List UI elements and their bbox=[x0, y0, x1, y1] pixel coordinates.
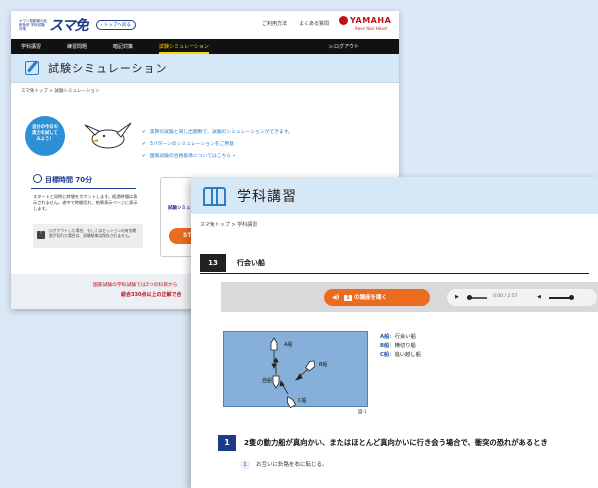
nav-simulation[interactable]: 試験シミュレーション bbox=[159, 43, 209, 54]
feature-item: 3パターンのシミュレーションをご用意 bbox=[142, 139, 293, 151]
book-icon bbox=[203, 187, 226, 206]
label-a: A船 bbox=[284, 341, 292, 348]
figure-diagram: A船 B船 自船 C船 bbox=[223, 331, 368, 409]
target-time-label: 目標時間 70分 bbox=[45, 176, 93, 184]
usage-link[interactable]: ご利用方法 bbox=[262, 20, 287, 27]
tuning-fork-icon bbox=[339, 16, 348, 25]
divider bbox=[31, 188, 136, 189]
seek-handle[interactable] bbox=[467, 295, 472, 300]
label-b: B船 bbox=[319, 361, 327, 368]
timer-description: スタートと同時に時間をカウントします。経過時間は表示されません。途中で時間切れ、… bbox=[33, 194, 138, 211]
answer-text: お互いに針路を右に転じる。 bbox=[256, 462, 328, 468]
nav-lecture[interactable]: 学科講習 bbox=[21, 43, 41, 50]
intro-bubble: 自分の今日の 実力を試して みよう！ bbox=[25, 116, 65, 156]
logout-label: ログアウト bbox=[333, 44, 359, 50]
seagull-mascot-icon bbox=[84, 122, 132, 149]
breadcrumb: スマ免トップ > 学科講習 bbox=[200, 222, 258, 228]
main-nav: 学科講習 練習問題 暗記対策 試験シミュレーション ⇲ ログアウト bbox=[11, 39, 399, 54]
page-header: 学科講習 bbox=[191, 177, 598, 214]
audio-player: ▶ 0:00 / 2:57 ◀ bbox=[447, 289, 597, 306]
target-time: 目標時間 70分 bbox=[33, 174, 92, 185]
volume-handle[interactable] bbox=[569, 295, 574, 300]
page-title: 学科講習 bbox=[237, 188, 297, 205]
figure-caption: 図-1 bbox=[358, 410, 367, 415]
breadcrumb: スマ免トップ > 試験シミュレーション bbox=[21, 89, 100, 94]
pass-note: 総合330点以上の正解で合 bbox=[121, 292, 182, 298]
brand-logo: YAMAHA Revs Your Heart bbox=[339, 16, 391, 34]
back-to-top-label: トップへ戻る bbox=[103, 23, 131, 28]
legend-key: C船 bbox=[380, 352, 390, 358]
volume-slider[interactable] bbox=[549, 297, 571, 299]
nav-memorize[interactable]: 暗記対策 bbox=[113, 43, 133, 50]
audio-bar: ◀) 1 の講座を聞く ▶ 0:00 / 2:57 ◀ bbox=[221, 282, 598, 312]
figure-legend: A船：行会い船 B船：横切り船 C船：追い越し船 bbox=[380, 333, 421, 360]
nav-practice[interactable]: 練習問題 bbox=[67, 43, 87, 50]
boats-diagram: A船 B船 自船 C船 bbox=[262, 337, 327, 409]
logout-link[interactable]: ⇲ ログアウト bbox=[328, 43, 385, 50]
pencil-icon bbox=[25, 61, 39, 75]
logo-subtitle: ヤマハ発動機の船舶免許 学科試験対策 bbox=[19, 19, 47, 31]
bubble-line: みよう！ bbox=[36, 137, 54, 142]
legend-key: A船 bbox=[380, 334, 390, 340]
back-to-top-button[interactable]: ‹ トップへ戻る bbox=[95, 20, 136, 30]
answer-number: 1 bbox=[240, 460, 250, 470]
legend-text: ：行会い船 bbox=[389, 334, 416, 340]
volume-icon[interactable]: ◀ bbox=[537, 294, 541, 300]
legend-item: A船：行会い船 bbox=[380, 333, 421, 342]
legend-item: B船：横切り船 bbox=[380, 342, 421, 351]
stopwatch-icon bbox=[33, 174, 42, 183]
listen-label: の講座を聞く bbox=[354, 295, 388, 301]
header-links: ご利用方法 よくある質問 bbox=[262, 20, 329, 27]
section-header: 13 行会い船 bbox=[200, 254, 589, 274]
lecture-screen: 学科講習 スマ免トップ > 学科講習 13 行会い船 ◀) 1 の講座を聞く ▶ … bbox=[191, 177, 598, 488]
page-title: 試験シミュレーション bbox=[48, 62, 168, 75]
section-title: 行会い船 bbox=[237, 259, 265, 267]
feature-item: 実際の試験と同じ出題数で、試験のシミュレーションができます。 bbox=[142, 127, 293, 139]
boat-c-icon bbox=[287, 395, 297, 409]
legend-item: C船：追い越し船 bbox=[380, 351, 421, 360]
boat-own-icon bbox=[272, 375, 280, 389]
legend-text: ：追い越し船 bbox=[389, 352, 421, 358]
label-c: C船 bbox=[298, 397, 307, 404]
label-own: 自船 bbox=[262, 377, 272, 384]
question-number: 1 bbox=[218, 435, 236, 451]
play-icon[interactable]: ▶ bbox=[455, 294, 459, 300]
brand-tagline: Revs Your Heart bbox=[355, 26, 387, 31]
page-header: 試験シミュレーション bbox=[11, 54, 399, 83]
exam-note: 国家試験の学科試験では3つの科目から bbox=[93, 283, 178, 288]
question-text: 2隻の動力船が真向かい、またはほとんど真向かいに行き会う場合で、衝突の恐れがある… bbox=[244, 438, 548, 447]
logo[interactable]: スマ免 bbox=[49, 15, 89, 35]
logout-warning: ログアウトした場合、もしくはセッションの有効期限が切れた場合は、試験結果は保存さ… bbox=[33, 224, 143, 248]
listen-lecture-button[interactable]: ◀) 1 の講座を聞く bbox=[324, 289, 430, 306]
feature-list: 実際の試験と同じ出題数で、試験のシミュレーションができます。 3パターンのシミュ… bbox=[142, 127, 293, 163]
boat-a-icon bbox=[270, 337, 278, 351]
section-number: 13 bbox=[200, 254, 226, 272]
playback-time: 0:00 / 2:57 bbox=[493, 294, 518, 299]
faq-link[interactable]: よくある質問 bbox=[299, 20, 329, 27]
answer-option[interactable]: 1 お互いに針路を右に転じる。 bbox=[240, 460, 328, 470]
brand-word: YAMAHA bbox=[350, 16, 392, 25]
lecture-number: 1 bbox=[344, 295, 352, 301]
legend-key: B船 bbox=[380, 343, 390, 349]
pass-criteria-link[interactable]: 国家試験の合格基準についてはこちら » bbox=[142, 151, 293, 163]
legend-text: ：横切り船 bbox=[389, 343, 416, 349]
speaker-icon: ◀) bbox=[332, 294, 340, 301]
header: ヤマハ発動機の船舶免許 学科試験対策 スマ免 ‹ トップへ戻る ご利用方法 よく… bbox=[11, 11, 399, 39]
